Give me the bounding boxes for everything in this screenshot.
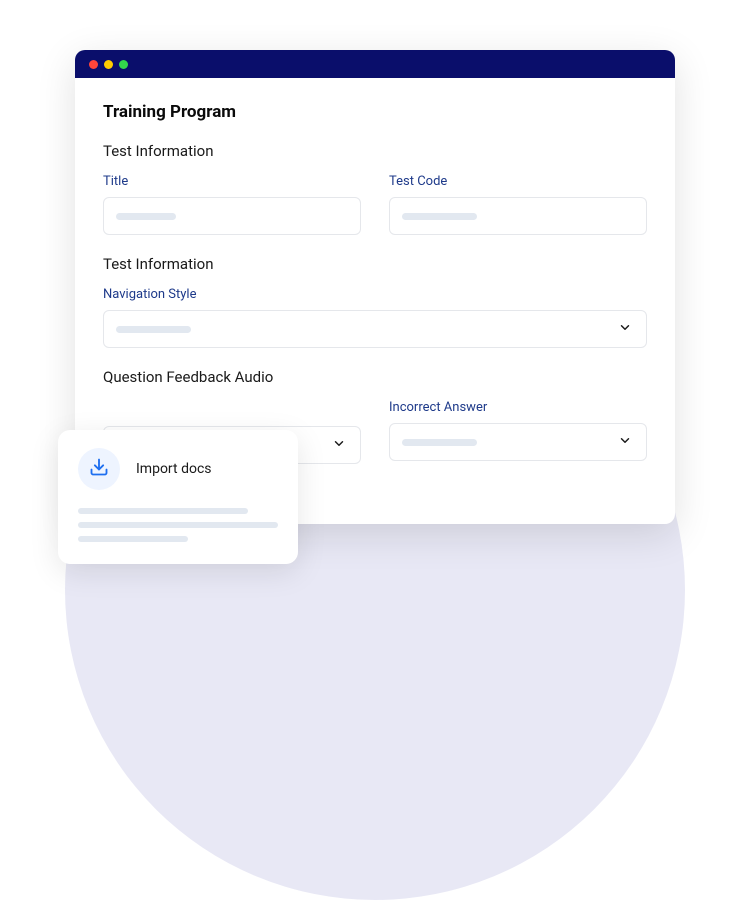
section-heading-feedback: Question Feedback Audio <box>103 368 647 386</box>
placeholder-skeleton <box>402 439 477 446</box>
close-icon[interactable] <box>89 60 98 69</box>
traffic-lights <box>89 60 128 69</box>
import-title: Import docs <box>136 461 212 477</box>
skeleton-line <box>78 508 248 514</box>
window-titlebar <box>75 50 675 78</box>
navigation-style-label: Navigation Style <box>103 287 647 302</box>
test-code-label: Test Code <box>389 174 647 189</box>
import-skeleton <box>78 508 278 542</box>
skeleton-line <box>78 522 278 528</box>
chevron-down-icon <box>618 320 632 339</box>
placeholder-skeleton <box>116 326 191 333</box>
row-navigation: Navigation Style <box>103 287 647 348</box>
placeholder-skeleton <box>116 213 176 220</box>
placeholder-skeleton <box>402 213 477 220</box>
import-header: Import docs <box>78 448 278 490</box>
page-title: Training Program <box>103 102 647 122</box>
maximize-icon[interactable] <box>119 60 128 69</box>
field-incorrect-answer: Incorrect Answer <box>389 400 647 464</box>
incorrect-answer-select[interactable] <box>389 423 647 461</box>
navigation-style-select[interactable] <box>103 310 647 348</box>
import-icon-container <box>78 448 120 490</box>
chevron-down-icon <box>332 436 346 455</box>
row-title-code: Title Test Code <box>103 174 647 235</box>
incorrect-answer-label: Incorrect Answer <box>389 400 647 415</box>
import-docs-card[interactable]: Import docs <box>58 430 298 564</box>
test-code-input[interactable] <box>389 197 647 235</box>
section-heading-info2: Test Information <box>103 255 647 273</box>
skeleton-line <box>78 536 188 542</box>
field-title: Title <box>103 174 361 235</box>
minimize-icon[interactable] <box>104 60 113 69</box>
download-icon <box>89 457 109 481</box>
title-label: Title <box>103 174 361 189</box>
field-navigation-style: Navigation Style <box>103 287 647 348</box>
section-heading-info1: Test Information <box>103 142 647 160</box>
chevron-down-icon <box>618 433 632 452</box>
title-input[interactable] <box>103 197 361 235</box>
field-test-code: Test Code <box>389 174 647 235</box>
feedback-left-label <box>103 400 361 418</box>
